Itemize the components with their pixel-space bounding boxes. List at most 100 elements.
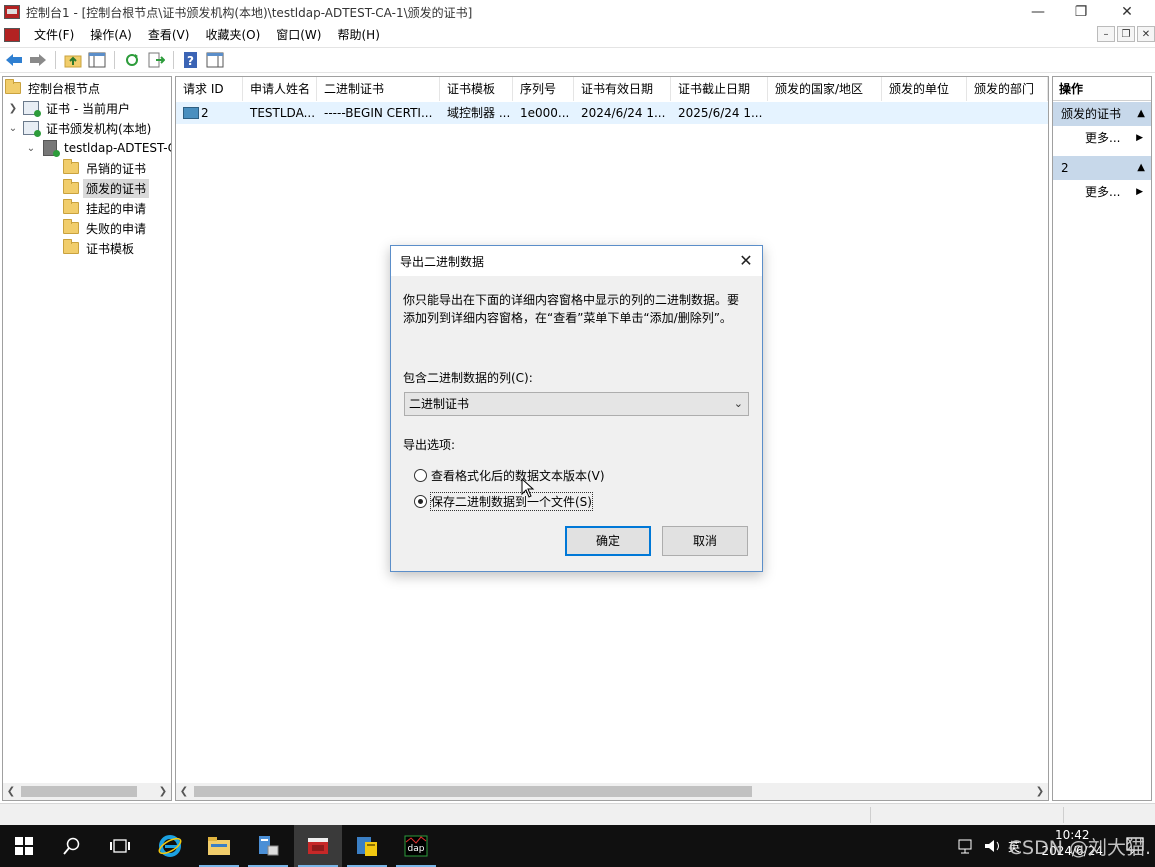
tree-item-label: 失败的申请 [86, 221, 147, 236]
help-button[interactable]: ? [181, 50, 201, 70]
certificates-icon [23, 121, 41, 137]
tree-item-ca-server[interactable]: ⌄ testldap-ADTEST-C [25, 138, 171, 158]
chevron-down-icon[interactable]: ⌄ [7, 123, 19, 134]
column-header[interactable]: 序列号 [513, 77, 574, 101]
svg-text:dap: dap [408, 844, 425, 854]
table-row[interactable]: 2 TESTLDA... -----BEGIN CERTI... 域控制器 ..… [176, 102, 1048, 124]
minimize-button[interactable]: — [1015, 0, 1061, 24]
list-horizontal-scrollbar[interactable]: ❮ ❯ [176, 783, 1048, 800]
binary-column-select[interactable]: 二进制证书 ⌄ [404, 392, 749, 416]
select-value: 二进制证书 [409, 397, 470, 411]
tree-item-console-root[interactable]: 控制台根节点 [5, 78, 103, 98]
action-group-label: 2 [1061, 161, 1069, 175]
tree-item-label: 吊销的证书 [86, 161, 147, 176]
tree-item-revoked-certs[interactable]: 吊销的证书 [63, 158, 149, 178]
scrollbar-thumb[interactable] [194, 786, 752, 797]
taskbar-certificate-tool[interactable] [343, 825, 391, 867]
column-header[interactable]: 颁发的部门 [967, 77, 1048, 101]
tree-item-current-user-certs[interactable]: ❯ 证书 - 当前用户 [7, 98, 133, 118]
mdi-close-button[interactable]: ✕ [1137, 26, 1155, 42]
start-button[interactable] [0, 825, 48, 867]
action-pane-icon [206, 52, 224, 68]
tree-item-issued-certs[interactable]: 颁发的证书 [63, 178, 150, 198]
scroll-right-icon[interactable]: ❯ [155, 783, 171, 800]
search-button[interactable] [48, 825, 96, 867]
action-group-issued-certs[interactable]: 颁发的证书 ▲ [1053, 102, 1151, 126]
help-icon: ? [184, 52, 197, 68]
scrollbar-thumb[interactable] [21, 786, 137, 797]
show-hide-action-pane-button[interactable] [205, 50, 225, 70]
menu-window[interactable]: 窗口(W) [268, 24, 329, 46]
forward-arrow-icon [30, 54, 46, 66]
scroll-left-icon[interactable]: ❮ [176, 783, 192, 800]
column-header[interactable]: 证书有效日期 [574, 77, 671, 101]
status-segment [1063, 807, 1064, 823]
tree-item-cert-templates[interactable]: 证书模板 [63, 238, 137, 258]
submenu-arrow-icon: ▶ [1136, 187, 1143, 197]
menu-favorites[interactable]: 收藏夹(O) [197, 24, 268, 46]
scroll-left-icon[interactable]: ❮ [3, 783, 19, 800]
task-view-button[interactable] [96, 825, 144, 867]
up-level-button[interactable] [63, 50, 83, 70]
chevron-down-icon[interactable]: ⌄ [734, 393, 743, 415]
column-header[interactable]: 颁发的单位 [882, 77, 967, 101]
refresh-button[interactable] [122, 50, 142, 70]
internet-explorer-icon [158, 835, 182, 857]
collapse-up-icon[interactable]: ▲ [1137, 102, 1145, 126]
toolbar: ? [0, 47, 1155, 73]
collapse-up-icon[interactable]: ▲ [1137, 156, 1145, 180]
column-header[interactable]: 证书截止日期 [671, 77, 768, 101]
dialog-close-button[interactable]: ✕ [734, 249, 758, 273]
taskbar: dap 英 10:42 2024/6/24 [0, 825, 1155, 867]
radio-button-selected[interactable] [414, 494, 427, 508]
tree-horizontal-scrollbar[interactable]: ❮ ❯ [3, 783, 171, 800]
column-header[interactable]: 颁发的国家/地区 [768, 77, 882, 101]
forward-button[interactable] [28, 50, 48, 70]
option-view-formatted[interactable]: 查看格式化后的数据文本版本(V) [414, 465, 605, 485]
action-more-1[interactable]: 更多... ▶ [1053, 127, 1151, 149]
back-button[interactable] [4, 50, 24, 70]
mdi-minimize-button[interactable]: – [1097, 26, 1115, 42]
close-button[interactable]: ✕ [1104, 0, 1150, 24]
scroll-right-icon[interactable]: ❯ [1032, 783, 1048, 800]
cancel-button[interactable]: 取消 [662, 526, 748, 556]
column-header[interactable]: 证书模板 [440, 77, 513, 101]
mdi-restore-button[interactable]: ❐ [1117, 26, 1135, 42]
taskbar-mmc-console[interactable] [294, 825, 342, 867]
tree-item-label: 证书颁发机构(本地) [46, 121, 152, 136]
tree-item-pending-requests[interactable]: 挂起的申请 [63, 198, 149, 218]
taskbar-server-manager[interactable] [244, 825, 292, 867]
taskbar-file-explorer[interactable] [195, 825, 243, 867]
column-label: 包含二进制数据的列(C): [403, 371, 533, 385]
radio-button[interactable] [414, 468, 427, 482]
system-menu-icon[interactable] [4, 28, 20, 42]
show-hide-tree-button[interactable] [87, 50, 107, 70]
network-icon [958, 839, 972, 854]
export-list-button[interactable] [146, 50, 166, 70]
cell-text: 2 [201, 106, 209, 120]
action-group-item-2[interactable]: 2 ▲ [1053, 156, 1151, 180]
menu-action[interactable]: 操作(A) [82, 24, 140, 46]
chevron-right-icon[interactable]: ❯ [7, 103, 19, 114]
action-more-2[interactable]: 更多... ▶ [1053, 181, 1151, 203]
search-icon [63, 837, 80, 855]
taskbar-ldap-tool[interactable]: dap [392, 825, 440, 867]
menu-file[interactable]: 文件(F) [26, 24, 82, 46]
column-header[interactable]: 请求 ID [176, 77, 243, 101]
menu-view[interactable]: 查看(V) [140, 24, 198, 46]
svg-text:?: ? [187, 54, 194, 68]
option-save-to-file[interactable]: 保存二进制数据到一个文件(S) [414, 491, 593, 511]
column-header[interactable]: 二进制证书 [317, 77, 440, 101]
tree-item-local-ca[interactable]: ⌄ 证书颁发机构(本地) [7, 118, 154, 138]
tree-item-failed-requests[interactable]: 失败的申请 [63, 218, 149, 238]
chevron-down-icon[interactable]: ⌄ [25, 143, 37, 154]
submenu-arrow-icon: ▶ [1136, 133, 1143, 143]
menu-help[interactable]: 帮助(H) [329, 24, 387, 46]
folder-icon [5, 79, 21, 94]
description-line: 你只能导出在下面的详细内容窗格中显示的列的二进制数据。要 [403, 293, 740, 307]
column-header[interactable]: 申请人姓名 [243, 77, 317, 101]
restore-button[interactable]: ❐ [1058, 0, 1104, 24]
action-more-label: 更多... [1085, 185, 1121, 199]
taskbar-internet-explorer[interactable] [146, 825, 194, 867]
ok-button[interactable]: 确定 [565, 526, 651, 556]
